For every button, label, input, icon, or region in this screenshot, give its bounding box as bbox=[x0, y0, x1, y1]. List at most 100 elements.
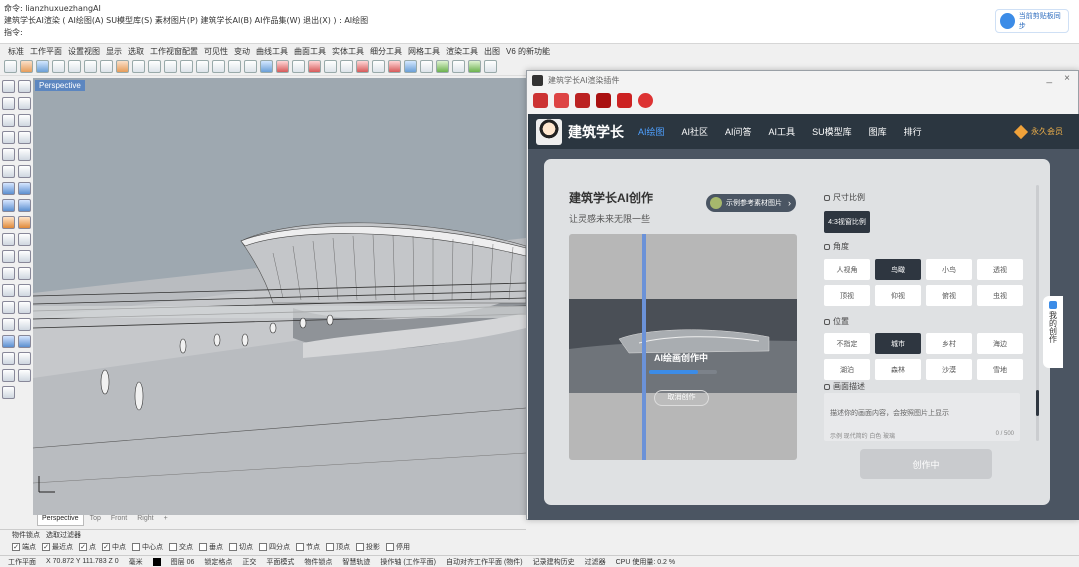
perspective-viewport[interactable]: Perspective bbox=[33, 78, 526, 515]
osnap-option[interactable]: ✓ 最近点 bbox=[42, 542, 73, 552]
pan-icon[interactable] bbox=[164, 60, 177, 73]
properties-icon[interactable] bbox=[356, 60, 369, 73]
circle-icon[interactable] bbox=[18, 114, 31, 127]
angle-option[interactable]: 小鸟 bbox=[926, 259, 972, 280]
boolean-difference-icon[interactable] bbox=[18, 335, 31, 348]
nav-ai-community[interactable]: AI社区 bbox=[682, 125, 709, 138]
zoom-window-icon[interactable] bbox=[212, 60, 225, 73]
tab-right[interactable]: Right bbox=[133, 515, 157, 526]
layer-icon[interactable] bbox=[324, 60, 337, 73]
angle-option[interactable]: 仰视 bbox=[875, 285, 921, 306]
clipboard-sync-button[interactable]: 当前剪贴板同步 bbox=[995, 9, 1069, 33]
offset-curve-icon[interactable] bbox=[18, 165, 31, 178]
command-prompt[interactable]: 指令: bbox=[4, 27, 23, 38]
line-icon[interactable] bbox=[2, 97, 15, 110]
help-icon[interactable] bbox=[452, 60, 465, 73]
settings-scrollbar[interactable] bbox=[1036, 185, 1039, 441]
angle-option[interactable]: 鸟瞰 bbox=[875, 259, 921, 280]
cplane-status[interactable]: 工作平面 bbox=[8, 557, 36, 567]
tab-viewport-layout[interactable]: 工作视窗配置 bbox=[150, 46, 198, 57]
mesh-icon[interactable] bbox=[2, 216, 15, 229]
viewport-title[interactable]: Perspective bbox=[35, 80, 85, 91]
ellipse-icon[interactable] bbox=[18, 131, 31, 144]
analyze-icon[interactable] bbox=[18, 369, 31, 382]
ortho-toggle[interactable]: 正交 bbox=[242, 557, 256, 567]
location-option[interactable]: 森林 bbox=[875, 359, 921, 380]
angle-option[interactable]: 顶视 bbox=[824, 285, 870, 306]
smart-track-toggle[interactable]: 智慧轨迹 bbox=[342, 557, 370, 567]
angle-option[interactable]: 透视 bbox=[977, 259, 1023, 280]
history-icon[interactable] bbox=[308, 60, 321, 73]
save-icon[interactable] bbox=[36, 60, 49, 73]
split-icon[interactable] bbox=[18, 233, 31, 246]
fillet-curve-icon[interactable] bbox=[2, 165, 15, 178]
minimize-icon[interactable]: _ bbox=[1046, 73, 1052, 84]
render-icon[interactable] bbox=[388, 60, 401, 73]
osnap-checkbox[interactable] bbox=[296, 543, 304, 551]
text-icon[interactable] bbox=[18, 352, 31, 365]
rotate-icon[interactable] bbox=[2, 301, 15, 314]
nav-ranking[interactable]: 排行 bbox=[904, 125, 922, 138]
tab-render-tools[interactable]: 渲染工具 bbox=[446, 46, 478, 57]
trim-icon[interactable] bbox=[2, 233, 15, 246]
new-file-icon[interactable] bbox=[4, 60, 17, 73]
nav-ai-tools[interactable]: AI工具 bbox=[769, 125, 796, 138]
tab-subd-tools[interactable]: 细分工具 bbox=[370, 46, 402, 57]
boolean-union-icon[interactable] bbox=[2, 335, 15, 348]
my-creations-side-tab[interactable]: 我的创作 bbox=[1043, 296, 1063, 368]
nav-ai-qa[interactable]: AI问答 bbox=[725, 125, 752, 138]
model-library-icon[interactable] bbox=[554, 92, 569, 108]
copy-icon[interactable] bbox=[100, 60, 113, 73]
tab-perspective[interactable]: Perspective bbox=[37, 515, 84, 526]
sphere-icon[interactable] bbox=[18, 199, 31, 212]
location-option[interactable]: 湖泊 bbox=[824, 359, 870, 380]
angle-option[interactable]: 虫视 bbox=[977, 285, 1023, 306]
paste-icon[interactable] bbox=[116, 60, 129, 73]
tab-object-snap[interactable]: 物件锁点 bbox=[12, 530, 40, 540]
curve-icon[interactable] bbox=[2, 114, 15, 127]
osnap-checkbox[interactable] bbox=[259, 543, 267, 551]
osnap-option[interactable]: 中心点 bbox=[132, 542, 163, 552]
osnap-option[interactable]: 顶点 bbox=[326, 542, 350, 552]
angle-option[interactable]: 俯视 bbox=[926, 285, 972, 306]
subd-icon[interactable] bbox=[18, 216, 31, 229]
osnap-option[interactable]: ✓ 中点 bbox=[102, 542, 126, 552]
osnap-option[interactable]: ✓ 端点 bbox=[12, 542, 36, 552]
add-viewport-tab[interactable]: + bbox=[160, 515, 172, 526]
arc-icon[interactable] bbox=[2, 131, 15, 144]
tab-top[interactable]: Top bbox=[86, 515, 105, 526]
tab-layout[interactable]: 出图 bbox=[484, 46, 500, 57]
osnap-toggle[interactable]: 物件锁点 bbox=[304, 557, 332, 567]
tab-mesh-tools[interactable]: 网格工具 bbox=[408, 46, 440, 57]
osnap-option[interactable]: ✓ 点 bbox=[79, 542, 96, 552]
vip-badge[interactable]: 永久会员 bbox=[1013, 124, 1063, 139]
osnap-option[interactable]: 垂点 bbox=[199, 542, 223, 552]
tab-set-view[interactable]: 设置视图 bbox=[68, 46, 100, 57]
tab-transform[interactable]: 变动 bbox=[234, 46, 250, 57]
book-icon[interactable] bbox=[596, 92, 611, 108]
description-tags[interactable]: 示例 现代简约 白色 玻璃 bbox=[830, 431, 895, 440]
osnap-option[interactable]: 交点 bbox=[169, 542, 193, 552]
help-circle-icon[interactable] bbox=[638, 92, 653, 108]
tab-curve-tools[interactable]: 曲线工具 bbox=[256, 46, 288, 57]
viewport-icon[interactable] bbox=[260, 60, 273, 73]
record-history-toggle[interactable]: 记录建构历史 bbox=[533, 557, 575, 567]
nav-su-models[interactable]: SU模型库 bbox=[812, 125, 852, 138]
point-icon[interactable] bbox=[18, 80, 31, 93]
close-icon[interactable]: × bbox=[1064, 73, 1070, 84]
osnap-checkbox[interactable] bbox=[326, 543, 334, 551]
location-option[interactable]: 城市 bbox=[875, 333, 921, 354]
location-option[interactable]: 沙漠 bbox=[926, 359, 972, 380]
planar-toggle[interactable]: 平面模式 bbox=[266, 557, 294, 567]
ai-chat-icon[interactable] bbox=[617, 92, 632, 108]
sphere-render-icon[interactable] bbox=[404, 60, 417, 73]
polygon-icon[interactable] bbox=[18, 148, 31, 161]
scrollbar-thumb[interactable] bbox=[1036, 390, 1039, 416]
dimension-icon[interactable] bbox=[2, 352, 15, 365]
osnap-checkbox[interactable] bbox=[132, 543, 140, 551]
scale-icon[interactable] bbox=[18, 301, 31, 314]
cut-icon[interactable] bbox=[84, 60, 97, 73]
extrude-icon[interactable] bbox=[18, 182, 31, 195]
tab-v6-new[interactable]: V6 的新功能 bbox=[506, 46, 550, 57]
osnap-checkbox[interactable]: ✓ bbox=[12, 543, 20, 551]
